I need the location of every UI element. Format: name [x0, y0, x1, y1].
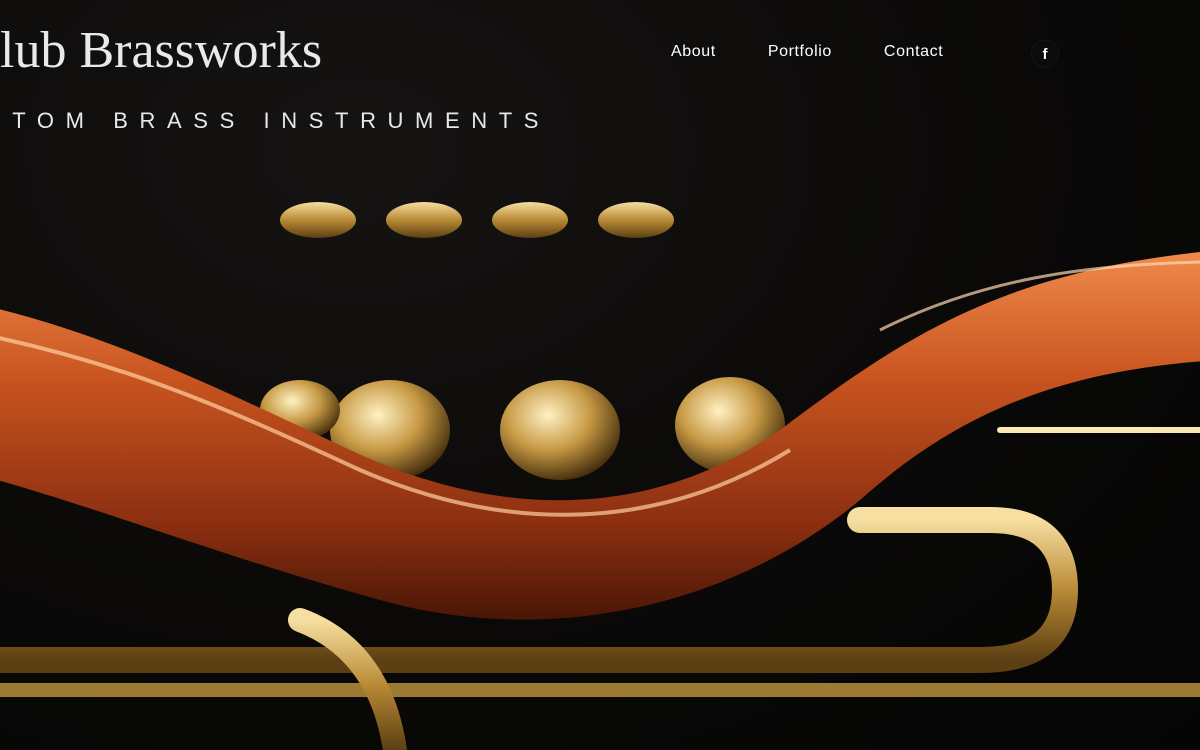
site-title[interactable]: hlub Brassworks	[0, 20, 322, 82]
facebook-icon[interactable]: f	[1031, 40, 1059, 68]
main-nav: About Portfolio Contact	[650, 36, 964, 68]
hero-image: hlub Brassworks STOM BRASS INSTRUMENTS A…	[0, 0, 1200, 750]
nav-link-contact[interactable]: Contact	[863, 36, 964, 68]
nav-link-about[interactable]: About	[650, 36, 737, 68]
site-tagline: STOM BRASS INSTRUMENTS	[0, 108, 551, 133]
nav-link-portfolio[interactable]: Portfolio	[747, 36, 853, 68]
